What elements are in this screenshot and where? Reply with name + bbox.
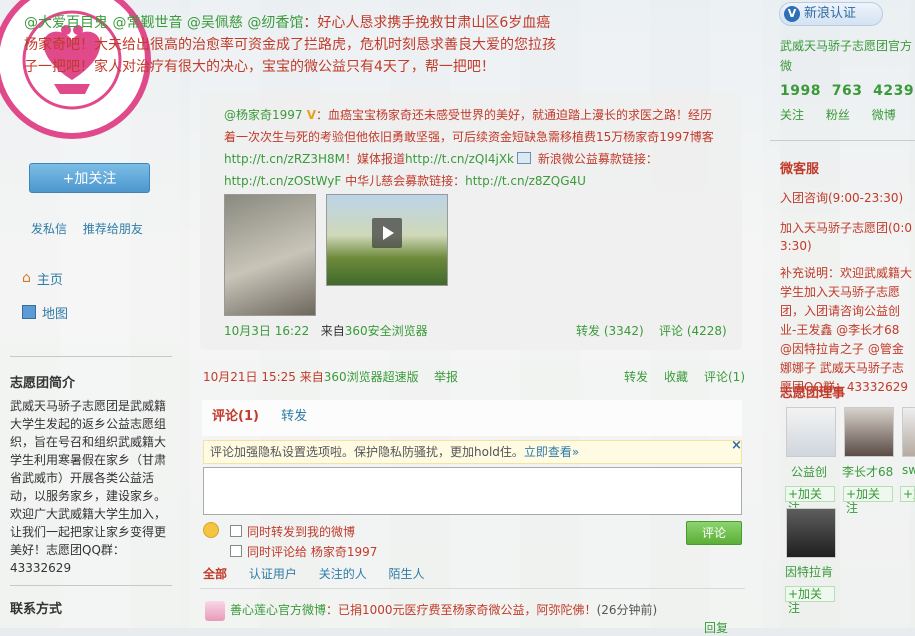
filter-all[interactable]: 全部	[203, 567, 227, 581]
member-name[interactable]: sw	[902, 463, 915, 477]
send-message-link[interactable]: 发私信	[31, 222, 67, 236]
verified-icon: V	[784, 6, 800, 22]
intro-title: 志愿团简介	[10, 376, 76, 391]
repost-link-1[interactable]: http://t.cn/zRZ3H8M	[224, 152, 345, 166]
stat-weibo[interactable]: 微博	[872, 108, 896, 122]
report-link[interactable]: 举报	[434, 370, 458, 384]
stat-fans[interactable]: 粉丝	[826, 108, 850, 122]
filter-following[interactable]: 关注的人	[319, 567, 367, 581]
repost-source[interactable]: 360安全浏览器	[345, 324, 428, 338]
repost-link-2[interactable]: http://t.cn/zQI4jXk	[405, 152, 514, 166]
option-comment-origin[interactable]: 同时评论给 杨家奇1997	[230, 543, 377, 560]
avatar[interactable]	[902, 407, 915, 457]
nav-home[interactable]: ⌂ 主页	[22, 268, 63, 288]
comment-text: ：已捐1000元医疗费至杨家奇微公益，阿弥陀佛！	[326, 603, 597, 617]
filter-strangers[interactable]: 陌生人	[389, 567, 425, 581]
recommend-link[interactable]: 推荐给朋友	[83, 222, 143, 236]
option-comment-origin-label: 同时评论给 杨家奇1997	[247, 545, 378, 559]
repost-link-3[interactable]: http://t.cn/zOStWyF	[224, 174, 341, 188]
stat-follow[interactable]: 关注	[780, 108, 804, 122]
notice-link[interactable]: 立即查看»	[524, 445, 579, 459]
avatar[interactable]	[786, 508, 836, 558]
avatar[interactable]	[205, 601, 225, 621]
avatar[interactable]	[844, 407, 894, 457]
repost-comment[interactable]: 评论 (4228)	[659, 322, 727, 339]
avatar[interactable]	[786, 407, 836, 457]
post-time[interactable]: 10月21日 15:25	[203, 370, 296, 384]
post-text: @大爱百目鬼 @常觐世音 @吴佩慈 @纫香馆：好心人恳求携手挽救甘肃山区6岁血癌…	[24, 12, 564, 78]
comment-input[interactable]	[203, 467, 742, 515]
video-icon	[517, 152, 531, 164]
member-follow-button[interactable]: +加关注	[843, 486, 893, 515]
verified-badge[interactable]: V 新浪认证	[779, 2, 883, 26]
org-name[interactable]: 武威天马骄子志愿团官方微	[780, 36, 915, 76]
divider	[10, 585, 172, 586]
post-comment[interactable]: 评论(1)	[704, 368, 745, 385]
nav-map[interactable]: 地图	[22, 302, 68, 322]
contact-title: 联系方式	[10, 602, 63, 617]
post-source[interactable]: 360浏览器超速版	[324, 370, 419, 384]
post-mentions[interactable]: @大爱百目鬼 @常觐世音 @吴佩慈 @纫香馆	[24, 15, 303, 31]
divider	[10, 356, 172, 357]
tab-comment[interactable]: 评论(1)	[212, 409, 259, 424]
comment-tabs: 评论(1) 转发	[212, 405, 307, 424]
member-name[interactable]: 公益创	[791, 463, 827, 480]
repost-forward[interactable]: 转发 (3342)	[576, 322, 644, 339]
submit-comment-button[interactable]: 评论	[686, 521, 742, 545]
repost-body-3: 新浪微公益募款链接：	[534, 152, 658, 166]
member-name[interactable]: 李长才68	[842, 463, 893, 480]
notice-text: 评论加强隐私设置选项啦。保护隐私防骚扰，更加hold住。	[210, 445, 524, 459]
option-forward[interactable]: 同时转发到我的微博	[230, 523, 355, 540]
service-2-cont: 3:30)	[780, 239, 812, 253]
service-2[interactable]: 加入天马骄子志愿团(0:0	[780, 218, 912, 238]
nav-home-label: 主页	[36, 272, 63, 288]
post-source-prefix: 来自	[299, 370, 324, 384]
repost-body-2: ！媒体报道	[345, 152, 406, 166]
comment-time: (26分钟前)	[596, 603, 658, 617]
map-icon	[22, 305, 36, 319]
board-title: 志愿团理事	[780, 386, 846, 401]
supplement-text: 补充说明：欢迎武威籍大学生加入天马骄子志愿团，入团请咨询公益创业-王发鑫 @李长…	[780, 266, 913, 394]
member-name[interactable]: 因特拉肯	[785, 563, 833, 580]
intro-text: 武威天马骄子志愿团是武威籍大学生发起的返乡公益志愿组织，旨在号召和组织武威籍大学…	[10, 399, 167, 575]
checkbox-icon[interactable]	[230, 525, 242, 537]
home-icon: ⌂	[22, 270, 31, 286]
repost-image-child[interactable]	[224, 194, 316, 316]
vip-icon: V	[302, 108, 317, 122]
comment-author[interactable]: 善心莲心官方微博	[230, 603, 326, 617]
nav-map-label: 地图	[42, 306, 69, 322]
divider	[200, 588, 745, 589]
privacy-notice: 评论加强隐私设置选项啦。保护隐私防骚扰，更加hold住。立即查看»	[203, 440, 742, 464]
comment-filters: 全部 认证用户 关注的人 陌生人	[203, 565, 443, 582]
checkbox-icon[interactable]	[230, 545, 242, 557]
service-1[interactable]: 入团咨询(9:00-23:30)	[780, 188, 903, 208]
repost-body-4: 中华儿慈会募款链接：	[341, 174, 466, 188]
comment-item: 善心莲心官方微博：已捐1000元医疗费至杨家奇微公益，阿弥陀佛！(26分钟前)	[230, 601, 657, 618]
stats-numbers: 1998 763 4239	[780, 83, 915, 99]
stats-labels: 关注 粉丝 微博	[780, 106, 914, 123]
filter-verified[interactable]: 认证用户	[249, 567, 297, 581]
repost-author[interactable]: @杨家奇1997	[224, 108, 303, 122]
left-action-links: 发私信 推荐给朋友	[31, 220, 155, 237]
divider	[770, 140, 915, 141]
close-icon[interactable]: ×	[731, 438, 742, 453]
member-follow-button[interactable]: +加	[900, 486, 915, 502]
service-title: 微客服	[780, 162, 820, 177]
repost-source-prefix: 来自	[320, 324, 345, 338]
member-follow-button[interactable]: +加关注	[785, 486, 835, 515]
member-follow-button[interactable]: +加关注	[785, 586, 835, 615]
post-favorite[interactable]: 收藏	[664, 368, 688, 385]
repost-text: @杨家奇1997 V：血癌宝宝杨家奇还未感受世界的美好，就通迫踏上漫长的求医之路…	[224, 104, 724, 192]
repost-link-4[interactable]: http://t.cn/z8ZQG4U	[465, 174, 586, 188]
repost-time[interactable]: 10月3日 16:22	[224, 324, 309, 338]
option-forward-label: 同时转发到我的微博	[247, 525, 356, 539]
post-forward[interactable]: 转发	[624, 368, 648, 385]
play-icon[interactable]	[372, 218, 402, 248]
emoji-icon[interactable]	[203, 522, 219, 538]
follow-button[interactable]: +加关注	[29, 163, 150, 193]
tab-forward[interactable]: 转发	[281, 409, 307, 424]
repost-meta: 10月3日 16:22 来自360安全浏览器	[224, 322, 428, 339]
post-meta: 10月21日 15:25 来自360浏览器超速版 举报	[203, 368, 458, 385]
verified-label: 新浪认证	[804, 6, 857, 21]
